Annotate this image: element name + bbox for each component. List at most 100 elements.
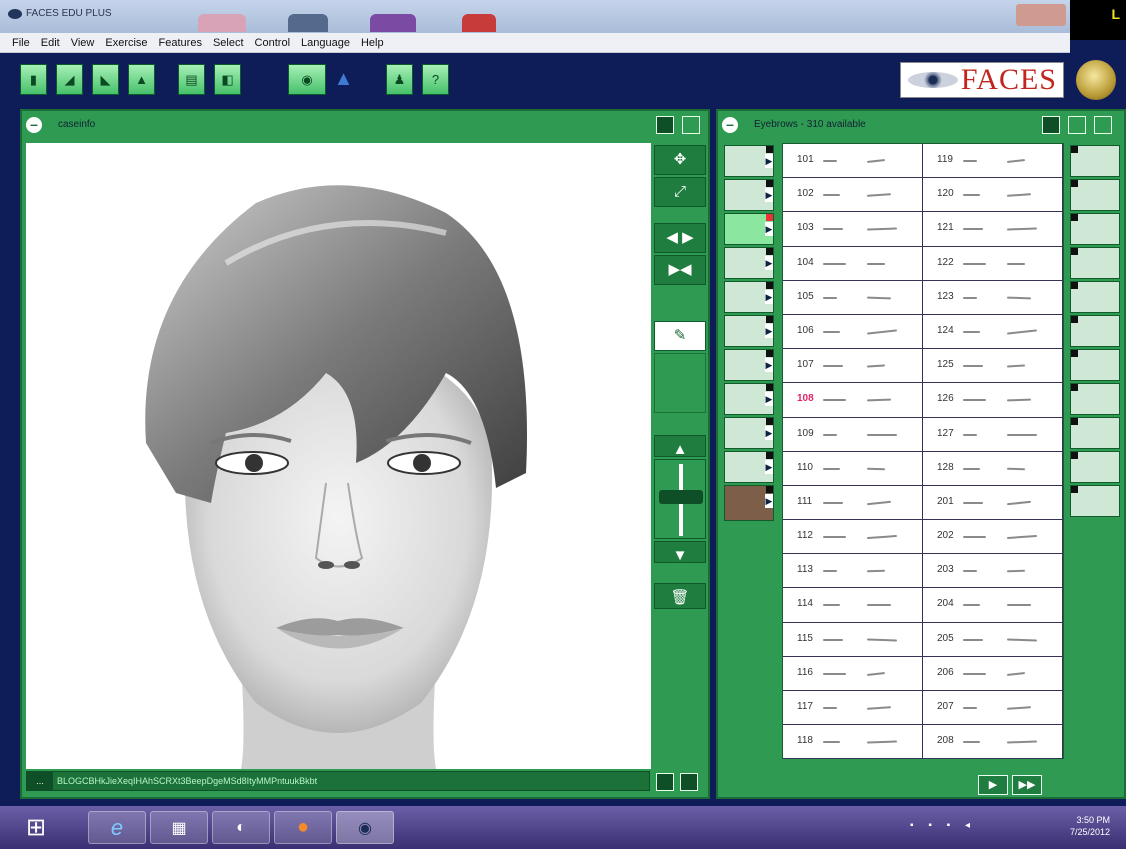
collapse-button[interactable]: – [26, 117, 42, 133]
slider-down-icon[interactable]: ▼ [654, 541, 706, 564]
move-arrows-icon[interactable]: ✥ [654, 145, 706, 175]
variant-cell[interactable]: 202 [923, 520, 1063, 555]
save-icon[interactable]: ◣ [92, 64, 119, 95]
list-icon[interactable] [656, 773, 674, 791]
menu-help[interactable]: Help [361, 37, 384, 49]
variant-cell[interactable]: 101 [783, 144, 923, 179]
variant-cell[interactable]: 116 [783, 656, 923, 691]
variant-cell[interactable]: 113 [783, 554, 923, 589]
menu-exercise[interactable]: Exercise [105, 37, 147, 49]
pause-icon[interactable] [1042, 116, 1060, 134]
variant-cell[interactable]: 206 [923, 656, 1063, 691]
menu-select[interactable]: Select [213, 37, 244, 49]
clock[interactable]: 3:50 PM 7/25/2012 [1070, 814, 1110, 838]
faces-task-icon[interactable]: ◉ [336, 811, 394, 844]
page-icon[interactable] [1068, 116, 1086, 134]
window-mode-icon[interactable] [656, 116, 674, 134]
category-head-shape-2[interactable]: ▶ [724, 179, 774, 211]
category-nose[interactable]: ▶ [724, 281, 774, 313]
explorer-icon[interactable]: ▦ [150, 811, 208, 844]
category-nose-lines[interactable] [1070, 213, 1120, 245]
category-eye-lines[interactable] [1070, 179, 1120, 211]
view-icon[interactable]: ◉ [288, 64, 326, 95]
variant-cell[interactable]: 124 [923, 314, 1063, 350]
variant-cell[interactable]: 123 [923, 280, 1063, 315]
slider-up-icon[interactable]: ▲ [654, 435, 706, 458]
variant-cell[interactable]: 120 [923, 178, 1063, 213]
category-chin[interactable]: ▶ [724, 349, 774, 381]
category-hair[interactable] [1070, 145, 1120, 177]
menu-view[interactable]: View [71, 37, 95, 49]
variant-cell[interactable]: 119 [923, 144, 1063, 179]
category-goatee[interactable]: ▶ [724, 451, 774, 483]
media-icon[interactable]: ◐ [212, 811, 270, 844]
menu-file[interactable]: File [12, 37, 30, 49]
trash-icon[interactable]: 🗑 [654, 583, 706, 609]
variant-cell[interactable]: 102 [783, 178, 923, 213]
category-mouth-lines[interactable] [1070, 281, 1120, 313]
print-icon[interactable]: ▤ [178, 64, 205, 95]
variant-cell[interactable]: 105 [783, 280, 923, 315]
category-tattoos[interactable] [1070, 485, 1120, 517]
category-skin-tone[interactable]: ▶ [724, 485, 774, 521]
last-page-button[interactable]: ▶▶ [1012, 775, 1042, 795]
camera-icon[interactable] [680, 773, 698, 791]
next-page-button[interactable]: ▶ [978, 775, 1008, 795]
menu-features[interactable]: Features [159, 37, 202, 49]
close-button[interactable] [1016, 4, 1066, 26]
category-eyebrows[interactable]: ▶ [724, 213, 774, 245]
variant-cell[interactable]: 111 [783, 485, 923, 521]
intensity-slider[interactable] [654, 459, 706, 539]
squeeze-horizontal-icon[interactable]: ▶◀ [654, 255, 706, 285]
windows-start-icon[interactable]: ⊞ [18, 812, 54, 844]
variant-cell[interactable]: 112 [783, 520, 923, 555]
pencil-icon[interactable] [682, 116, 700, 134]
help-icon[interactable]: ? [422, 64, 449, 95]
category-scars[interactable] [1070, 417, 1120, 449]
variant-cell[interactable]: 201 [923, 485, 1063, 521]
person-icon[interactable]: ♟ [386, 64, 413, 95]
variant-cell[interactable]: 122 [923, 246, 1063, 281]
variant-cell[interactable]: 103 [783, 212, 923, 247]
menu-edit[interactable]: Edit [41, 37, 60, 49]
category-lips[interactable]: ▶ [724, 315, 774, 347]
variant-cell[interactable]: 117 [783, 691, 923, 726]
category-cheeks[interactable] [1070, 247, 1120, 279]
ie-icon[interactable]: e [88, 811, 146, 844]
scale-arrows-icon[interactable]: ⤢ [654, 177, 706, 207]
category-beard[interactable]: ▶ [724, 417, 774, 449]
variant-cell[interactable]: 115 [783, 622, 923, 657]
menu-control[interactable]: Control [255, 37, 290, 49]
variant-cell[interactable]: 106 [783, 314, 923, 350]
category-ears[interactable] [1070, 451, 1120, 483]
variant-cell[interactable]: 126 [923, 383, 1063, 418]
hat-icon[interactable]: ▲ [330, 64, 357, 95]
system-tray-icons[interactable]: ▪ ▪ ▪ ◂ [910, 820, 976, 831]
variant-cell[interactable]: 204 [923, 588, 1063, 623]
category-moustache[interactable]: ▶ [724, 383, 774, 415]
variant-cell[interactable]: 208 [923, 725, 1063, 760]
face-canvas[interactable] [26, 143, 651, 769]
variant-cell[interactable]: 114 [783, 588, 923, 623]
variant-cell[interactable]: 121 [923, 212, 1063, 247]
stretch-horizontal-icon[interactable]: ◀ ▶ [654, 223, 706, 253]
category-eyes[interactable]: ▶ [724, 247, 774, 279]
variant-cell[interactable]: 109 [783, 417, 923, 452]
new-icon[interactable]: ▮ [20, 64, 47, 95]
category-hats[interactable] [1070, 315, 1120, 347]
brush-icon[interactable]: ✎ [654, 321, 706, 351]
variant-cell[interactable]: 125 [923, 349, 1063, 384]
variant-cell[interactable]: 127 [923, 417, 1063, 452]
open-icon[interactable]: ◢ [56, 64, 83, 95]
variant-cell[interactable]: 207 [923, 691, 1063, 726]
firefox-icon[interactable]: ● [274, 811, 332, 844]
category-wrinkles[interactable] [1070, 383, 1120, 415]
variant-cell[interactable]: 107 [783, 349, 923, 384]
category-head-shape[interactable]: ▶ [724, 145, 774, 177]
variant-cell[interactable]: 205 [923, 622, 1063, 657]
variant-cell[interactable]: 104 [783, 246, 923, 281]
features-collapse-button[interactable]: – [722, 117, 738, 133]
variant-cell[interactable]: 203 [923, 554, 1063, 589]
more-button[interactable]: ... [27, 772, 53, 790]
export-icon[interactable]: ▲ [128, 64, 155, 95]
